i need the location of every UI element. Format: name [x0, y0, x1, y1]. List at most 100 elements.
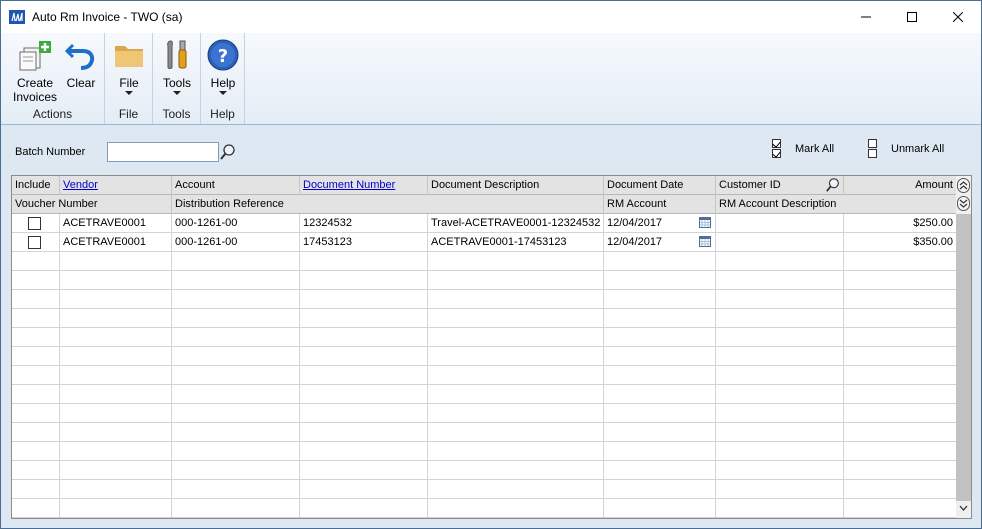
empty-table-row[interactable] [12, 385, 957, 404]
customer-id-cell[interactable] [716, 233, 844, 251]
empty-cell[interactable] [60, 290, 172, 308]
account-cell[interactable]: 000-1261-00 [172, 233, 300, 251]
empty-cell[interactable] [428, 404, 604, 422]
empty-cell[interactable] [300, 461, 428, 479]
table-row[interactable]: ACETRAVE0001 000-1261-00 12324532 Travel… [12, 214, 957, 233]
empty-cell[interactable] [300, 404, 428, 422]
empty-cell[interactable] [12, 461, 60, 479]
empty-cell[interactable] [300, 252, 428, 270]
empty-cell[interactable] [300, 442, 428, 460]
empty-cell[interactable] [716, 442, 844, 460]
empty-cell[interactable] [716, 328, 844, 346]
empty-cell[interactable] [172, 499, 300, 517]
empty-cell[interactable] [716, 480, 844, 498]
header-document-number-link[interactable]: Document Number [303, 179, 395, 191]
include-checkbox[interactable] [28, 236, 41, 249]
empty-cell[interactable] [60, 385, 172, 403]
empty-table-row[interactable] [12, 347, 957, 366]
document-date-cell[interactable]: 12/04/2017 [604, 214, 716, 232]
mark-all-button[interactable]: Mark All [772, 139, 834, 159]
empty-cell[interactable] [60, 480, 172, 498]
empty-cell[interactable] [12, 385, 60, 403]
empty-cell[interactable] [300, 328, 428, 346]
empty-cell[interactable] [12, 347, 60, 365]
calendar-icon[interactable] [699, 236, 711, 247]
empty-cell[interactable] [172, 423, 300, 441]
empty-cell[interactable] [604, 423, 716, 441]
empty-cell[interactable] [604, 290, 716, 308]
empty-cell[interactable] [604, 385, 716, 403]
empty-cell[interactable] [60, 347, 172, 365]
empty-cell[interactable] [604, 252, 716, 270]
vendor-cell[interactable]: ACETRAVE0001 [60, 233, 172, 251]
empty-cell[interactable] [172, 328, 300, 346]
empty-cell[interactable] [844, 404, 957, 422]
empty-cell[interactable] [300, 271, 428, 289]
document-description-cell[interactable]: Travel-ACETRAVE0001-12324532 [428, 214, 604, 232]
empty-cell[interactable] [716, 461, 844, 479]
empty-cell[interactable] [12, 328, 60, 346]
empty-cell[interactable] [172, 480, 300, 498]
empty-cell[interactable] [604, 366, 716, 384]
empty-cell[interactable] [844, 499, 957, 517]
empty-cell[interactable] [428, 461, 604, 479]
create-invoices-button[interactable]: Create Invoices [9, 37, 61, 104]
empty-table-row[interactable] [12, 480, 957, 499]
unmark-all-button[interactable]: Unmark All [868, 139, 944, 159]
empty-cell[interactable] [172, 385, 300, 403]
empty-table-row[interactable] [12, 442, 957, 461]
empty-cell[interactable] [604, 480, 716, 498]
empty-cell[interactable] [300, 290, 428, 308]
empty-table-row[interactable] [12, 271, 957, 290]
header-vendor[interactable]: Vendor [60, 176, 172, 195]
empty-cell[interactable] [172, 366, 300, 384]
empty-cell[interactable] [172, 347, 300, 365]
vendor-cell[interactable]: ACETRAVE0001 [60, 214, 172, 232]
customer-lookup-icon[interactable] [825, 177, 841, 193]
empty-cell[interactable] [300, 366, 428, 384]
empty-cell[interactable] [604, 309, 716, 327]
empty-cell[interactable] [60, 328, 172, 346]
empty-table-row[interactable] [12, 461, 957, 480]
empty-cell[interactable] [300, 347, 428, 365]
empty-cell[interactable] [60, 309, 172, 327]
empty-cell[interactable] [716, 290, 844, 308]
empty-cell[interactable] [60, 252, 172, 270]
empty-cell[interactable] [60, 461, 172, 479]
empty-cell[interactable] [716, 499, 844, 517]
empty-cell[interactable] [60, 404, 172, 422]
collapse-rows-button[interactable] [957, 178, 970, 193]
empty-cell[interactable] [844, 423, 957, 441]
empty-cell[interactable] [428, 480, 604, 498]
empty-cell[interactable] [844, 366, 957, 384]
batch-number-input[interactable] [107, 142, 219, 162]
empty-cell[interactable] [604, 328, 716, 346]
empty-cell[interactable] [300, 480, 428, 498]
empty-cell[interactable] [844, 328, 957, 346]
empty-cell[interactable] [716, 271, 844, 289]
empty-cell[interactable] [604, 404, 716, 422]
empty-cell[interactable] [604, 461, 716, 479]
empty-cell[interactable] [300, 385, 428, 403]
empty-cell[interactable] [60, 442, 172, 460]
empty-cell[interactable] [844, 442, 957, 460]
empty-cell[interactable] [428, 366, 604, 384]
empty-cell[interactable] [12, 499, 60, 517]
empty-cell[interactable] [844, 480, 957, 498]
table-row[interactable]: ACETRAVE0001 000-1261-00 17453123 ACETRA… [12, 233, 957, 252]
minimize-button[interactable] [843, 1, 889, 33]
customer-id-cell[interactable] [716, 214, 844, 232]
empty-cell[interactable] [12, 480, 60, 498]
empty-cell[interactable] [428, 385, 604, 403]
empty-table-row[interactable] [12, 328, 957, 347]
empty-cell[interactable] [716, 366, 844, 384]
empty-table-row[interactable] [12, 309, 957, 328]
empty-cell[interactable] [428, 252, 604, 270]
empty-cell[interactable] [172, 290, 300, 308]
empty-cell[interactable] [844, 271, 957, 289]
empty-table-row[interactable] [12, 499, 957, 518]
empty-table-row[interactable] [12, 404, 957, 423]
scrollbar-track[interactable] [956, 214, 971, 501]
empty-cell[interactable] [604, 442, 716, 460]
include-checkbox[interactable] [28, 217, 41, 230]
